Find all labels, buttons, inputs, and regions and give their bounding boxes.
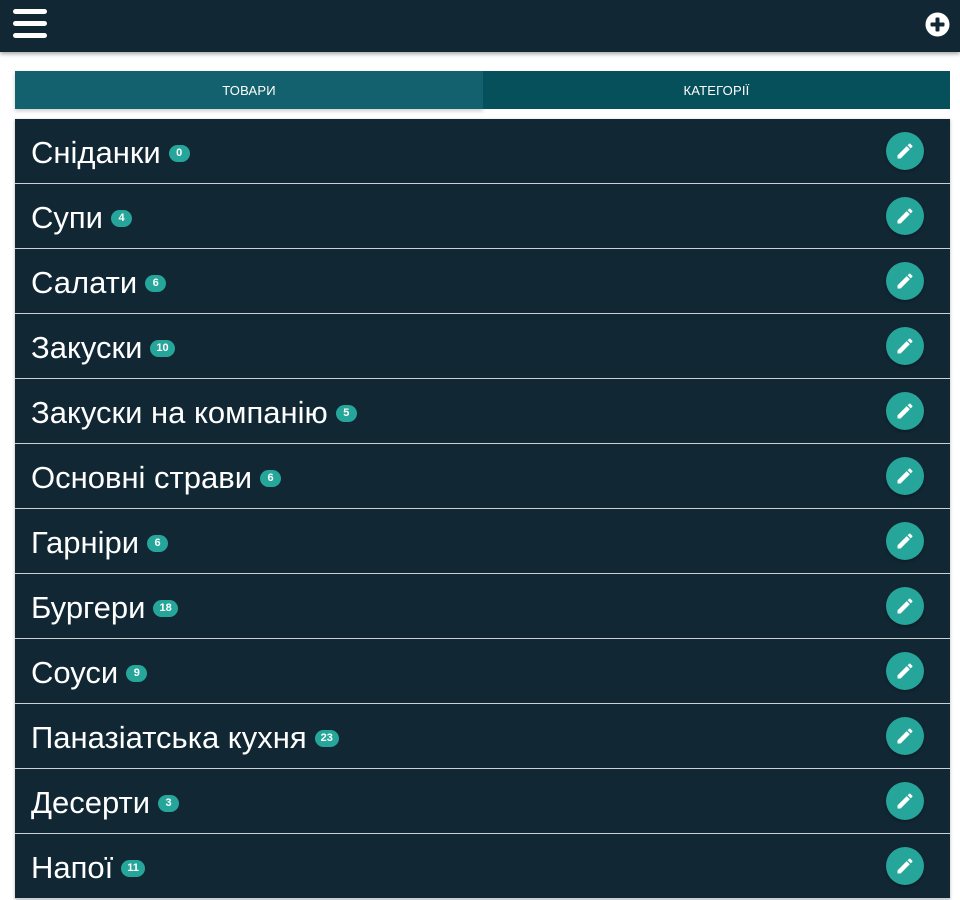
category-name: Основні страви bbox=[31, 459, 253, 495]
category-label-group: Сніданки 0 bbox=[31, 119, 190, 183]
category-label-group: Бургери 18 bbox=[31, 574, 178, 638]
category-name: Напої bbox=[31, 849, 114, 885]
item-count-badge: 23 bbox=[314, 729, 339, 747]
item-count-badge: 6 bbox=[147, 534, 169, 552]
category-name: Паназіатська кухня bbox=[31, 719, 307, 755]
category-name: Салати bbox=[31, 264, 138, 300]
tab-categories[interactable]: КАТЕГОРІЇ bbox=[483, 71, 950, 109]
pencil-icon bbox=[897, 728, 913, 744]
category-label-group: Супи 4 bbox=[31, 184, 132, 248]
tab-bar: ТОВАРИ КАТЕГОРІЇ bbox=[15, 71, 950, 109]
pencil-icon bbox=[897, 793, 913, 809]
pencil-icon bbox=[897, 273, 913, 289]
hamburger-menu-icon[interactable] bbox=[13, 9, 47, 39]
category-name: Десерти bbox=[31, 784, 151, 820]
item-count-badge: 10 bbox=[150, 339, 175, 357]
category-row[interactable]: Сніданки 0 bbox=[15, 119, 950, 184]
tab-products[interactable]: ТОВАРИ bbox=[15, 71, 483, 109]
category-label-group: Гарніри 6 bbox=[31, 509, 169, 573]
pencil-icon bbox=[897, 338, 913, 354]
category-name: Бургери bbox=[31, 589, 146, 625]
edit-category-button[interactable] bbox=[886, 717, 924, 755]
edit-category-button[interactable] bbox=[886, 327, 924, 365]
pencil-icon bbox=[897, 598, 913, 614]
item-count-badge: 4 bbox=[111, 209, 132, 227]
category-label-group: Закуски 10 bbox=[31, 314, 175, 378]
item-count-badge: 6 bbox=[260, 469, 282, 487]
item-count-badge: 3 bbox=[158, 794, 180, 812]
item-count-badge: 5 bbox=[335, 404, 357, 422]
edit-category-button[interactable] bbox=[886, 652, 924, 690]
category-label-group: Паназіатська кухня 23 bbox=[31, 704, 339, 768]
edit-category-button[interactable] bbox=[886, 847, 924, 885]
edit-category-button[interactable] bbox=[886, 197, 924, 235]
category-row[interactable]: Гарніри 6 bbox=[15, 509, 950, 574]
category-list: Сніданки 0 Супи 4 Салати 6 Закуски 10 За… bbox=[15, 119, 950, 899]
item-count-badge: 18 bbox=[153, 599, 178, 617]
category-label-group: Закуски на компанію 5 bbox=[31, 379, 357, 443]
category-row[interactable]: Салати 6 bbox=[15, 249, 950, 314]
category-label-group: Салати 6 bbox=[31, 249, 167, 313]
category-label-group: Напої 11 bbox=[31, 834, 145, 898]
item-count-badge: 9 bbox=[126, 664, 148, 682]
category-label-group: Основні страви 6 bbox=[31, 444, 282, 508]
category-row[interactable]: Основні страви 6 bbox=[15, 444, 950, 509]
category-label-group: Десерти 3 bbox=[31, 769, 180, 833]
item-count-badge: 6 bbox=[145, 274, 167, 292]
category-row[interactable]: Закуски на компанію 5 bbox=[15, 379, 950, 444]
category-row[interactable]: Десерти 3 bbox=[15, 769, 950, 834]
edit-category-button[interactable] bbox=[886, 522, 924, 560]
pencil-icon bbox=[897, 208, 913, 224]
edit-category-button[interactable] bbox=[886, 782, 924, 820]
category-row[interactable]: Закуски 10 bbox=[15, 314, 950, 379]
category-name: Закуски на компанію bbox=[31, 394, 328, 430]
edit-category-button[interactable] bbox=[886, 132, 924, 170]
edit-category-button[interactable] bbox=[886, 457, 924, 495]
category-name: Закуски bbox=[31, 329, 143, 365]
category-name: Соуси bbox=[31, 654, 119, 690]
edit-category-button[interactable] bbox=[886, 392, 924, 430]
item-count-badge: 11 bbox=[121, 859, 145, 877]
pencil-icon bbox=[897, 143, 913, 159]
edit-category-button[interactable] bbox=[886, 587, 924, 625]
category-name: Сніданки bbox=[31, 134, 161, 170]
pencil-icon bbox=[897, 663, 913, 679]
pencil-icon bbox=[897, 858, 913, 874]
category-row[interactable]: Соуси 9 bbox=[15, 639, 950, 704]
item-count-badge: 0 bbox=[168, 144, 190, 162]
pencil-icon bbox=[897, 468, 913, 484]
pencil-icon bbox=[897, 533, 913, 549]
category-row[interactable]: Супи 4 bbox=[15, 184, 950, 249]
edit-category-button[interactable] bbox=[886, 262, 924, 300]
category-label-group: Соуси 9 bbox=[31, 639, 148, 703]
add-icon[interactable] bbox=[925, 12, 950, 37]
category-row[interactable]: Бургери 18 bbox=[15, 574, 950, 639]
category-name: Гарніри bbox=[31, 524, 140, 560]
category-row[interactable]: Паназіатська кухня 23 bbox=[15, 704, 950, 769]
category-row[interactable]: Напої 11 bbox=[15, 834, 950, 899]
top-app-bar bbox=[0, 0, 960, 52]
pencil-icon bbox=[897, 403, 913, 419]
category-name: Супи bbox=[31, 199, 103, 235]
